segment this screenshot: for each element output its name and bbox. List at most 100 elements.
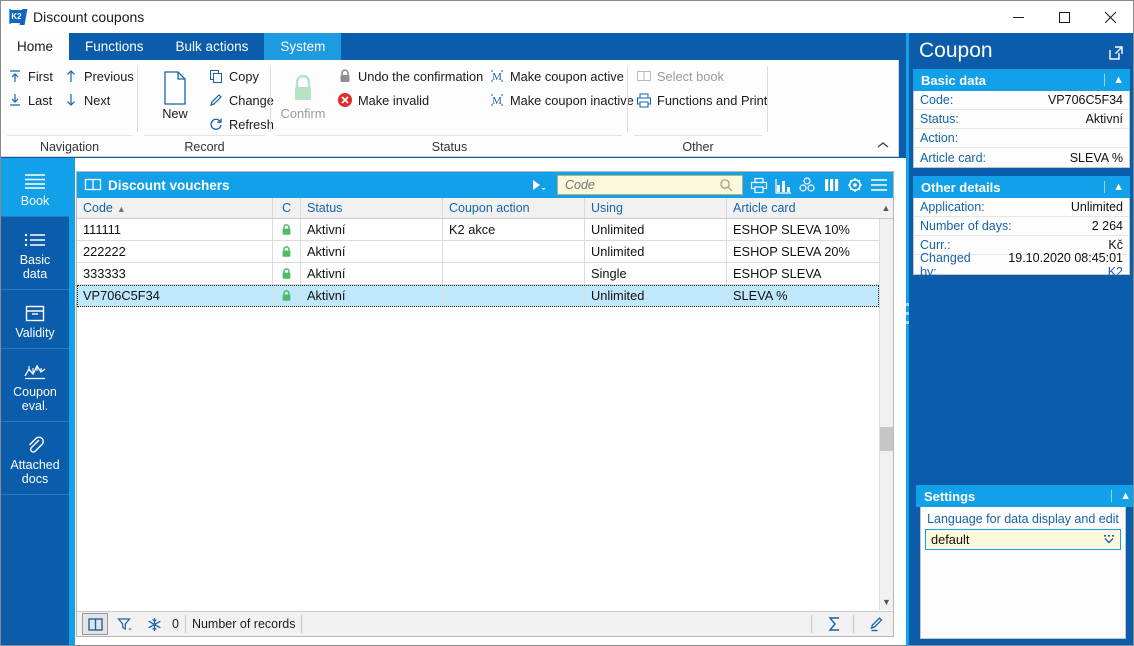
ribbon-collapse-icon[interactable] <box>876 138 892 154</box>
sidebar-item-attached-docs[interactable]: Attached docs <box>1 422 69 495</box>
scroll-up-icon[interactable]: ▲ <box>879 198 893 218</box>
chevron-up-icon[interactable]: ▲ <box>1104 74 1124 86</box>
sidebar-item-validity[interactable]: Validity <box>1 290 69 349</box>
functions-and-print-button[interactable]: Functions and Print <box>636 92 767 108</box>
chart-bar-icon[interactable] <box>773 175 793 195</box>
sidebar-item-basic-data[interactable]: Basic data <box>1 217 69 290</box>
open-external-icon[interactable] <box>1108 45 1124 61</box>
tab-functions[interactable]: Functions <box>69 33 160 60</box>
grid-vertical-scrollbar[interactable]: ▼ <box>879 219 893 610</box>
sidebar-item-coupon-eval[interactable]: Coupon eval. <box>1 349 69 422</box>
column-header-article-card[interactable]: Article card <box>727 198 879 218</box>
print-icon[interactable] <box>749 175 769 195</box>
cell-code: VP706C5F34 <box>77 285 273 306</box>
copy-button[interactable]: Copy <box>208 68 259 84</box>
sidebar-item-book[interactable]: Book <box>1 158 69 217</box>
select-book-button[interactable]: Select book <box>636 68 724 84</box>
ribbon-group-other: Select book Functions and Print Other <box>628 60 768 156</box>
grid-header-bar: Discount vouchers <box>77 172 893 198</box>
minimize-icon[interactable] <box>995 1 1041 33</box>
table-row[interactable]: VP706C5F34 Aktivní Unlimited SLEVA % <box>77 285 879 307</box>
search-input[interactable] <box>563 177 719 193</box>
section-header-basic-data[interactable]: Basic data ▲ <box>913 69 1130 91</box>
grid-status-right <box>805 614 889 634</box>
nav-last-button[interactable]: Last <box>7 92 52 108</box>
green-lock-icon <box>282 290 291 301</box>
change-button[interactable]: Change <box>208 92 274 108</box>
field-label-action: Action: <box>920 131 959 145</box>
hamburger-lines-icon <box>1 168 69 194</box>
column-header-c[interactable]: C <box>273 198 301 218</box>
select-book-label: Select book <box>657 68 724 84</box>
make-coupon-active-button[interactable]: M Make coupon active <box>489 68 624 84</box>
column-header-code[interactable]: Code ▲ <box>77 198 273 218</box>
pencil-icon[interactable] <box>865 614 889 634</box>
red-cross-circle-icon <box>338 93 352 107</box>
grid-rows: 111111 Aktivní K2 akce Unlimited ESHOP S… <box>77 219 879 610</box>
nav-previous-button[interactable]: Previous <box>63 68 134 84</box>
new-record-button[interactable]: New <box>146 68 204 121</box>
cell-status: Aktivní <box>301 241 443 262</box>
nav-first-label: First <box>28 68 53 84</box>
table-row[interactable]: 333333 Aktivní Single ESHOP SLEVA <box>77 263 879 285</box>
column-header-coupon-action[interactable]: Coupon action <box>443 198 585 218</box>
dropdown-icon[interactable] <box>1102 533 1116 546</box>
search-icon[interactable] <box>719 178 733 192</box>
close-icon[interactable] <box>1087 1 1133 33</box>
section-header-settings[interactable]: Settings ▲ <box>916 485 1133 507</box>
arrow-down-icon <box>67 94 75 106</box>
nav-first-button[interactable]: First <box>7 68 53 84</box>
cell-using: Unlimited <box>585 219 727 240</box>
cell-code: 222222 <box>77 241 273 262</box>
field-row-status: Status: Aktivní <box>914 110 1129 129</box>
sigma-icon[interactable] <box>823 614 847 634</box>
maximize-icon[interactable] <box>1041 1 1087 33</box>
snowflake-icon[interactable] <box>142 614 166 634</box>
play-dropdown-icon[interactable] <box>530 177 548 193</box>
table-row[interactable]: 111111 Aktivní K2 akce Unlimited ESHOP S… <box>77 219 879 241</box>
menu-hamburger-icon[interactable] <box>869 175 889 195</box>
language-combobox[interactable]: default <box>925 529 1121 550</box>
search-box[interactable] <box>557 175 743 195</box>
svg-text:M: M <box>492 95 502 107</box>
cell-using: Single <box>585 263 727 284</box>
sort-ascending-icon: ▲ <box>116 203 126 214</box>
table-row[interactable]: 222222 Aktivní Unlimited ESHOP SLEVA 20% <box>77 241 879 263</box>
section-title-settings: Settings <box>924 488 976 504</box>
sidebar-item-attached-docs-line2: docs <box>21 472 49 486</box>
funnel-icon[interactable] <box>113 614 137 634</box>
group-tree-icon[interactable] <box>797 175 817 195</box>
nav-next-button[interactable]: Next <box>63 92 110 108</box>
list-icon <box>1 227 69 253</box>
grid-toolbar <box>749 175 889 195</box>
make-invalid-button[interactable]: Make invalid <box>337 92 429 108</box>
sidebar-item-coupon-eval-line1: Coupon <box>13 385 57 399</box>
columns-icon[interactable] <box>821 175 841 195</box>
column-header-code-label: Code <box>83 201 113 215</box>
settings-gear-icon[interactable] <box>845 175 865 195</box>
confirm-button[interactable]: Confirm <box>274 68 332 121</box>
undo-confirmation-button[interactable]: Undo the confirmation <box>337 68 483 84</box>
tab-system[interactable]: System <box>264 33 342 60</box>
cell-code: 111111 <box>77 219 273 240</box>
cell-confirmed <box>273 263 301 284</box>
column-header-using[interactable]: Using <box>585 198 727 218</box>
cell-confirmed <box>273 241 301 262</box>
chevron-up-icon[interactable]: ▲ <box>1104 181 1124 193</box>
language-field-label: Language for data display and edit <box>927 512 1119 526</box>
refresh-button[interactable]: Refresh <box>208 116 274 132</box>
scrollbar-thumb[interactable] <box>880 427 893 451</box>
tab-bulk-actions[interactable]: Bulk actions <box>160 33 265 60</box>
ribbon-group-status: Confirm Undo the confirmation Make inval… <box>271 60 634 156</box>
scroll-down-icon[interactable]: ▼ <box>880 594 893 610</box>
new-record-label: New <box>162 106 188 121</box>
book-open-icon[interactable] <box>82 613 108 635</box>
field-label-changed-by: Changed by: <box>920 250 971 279</box>
panel-resize-dots[interactable] <box>906 303 909 330</box>
chevron-up-icon[interactable]: ▲ <box>1111 490 1131 502</box>
section-header-other-details[interactable]: Other details ▲ <box>913 176 1130 198</box>
nav-last-label: Last <box>28 92 53 108</box>
column-header-status[interactable]: Status <box>301 198 443 218</box>
make-coupon-inactive-button[interactable]: M Make coupon inactive <box>489 92 634 108</box>
tab-home[interactable]: Home <box>1 33 70 60</box>
